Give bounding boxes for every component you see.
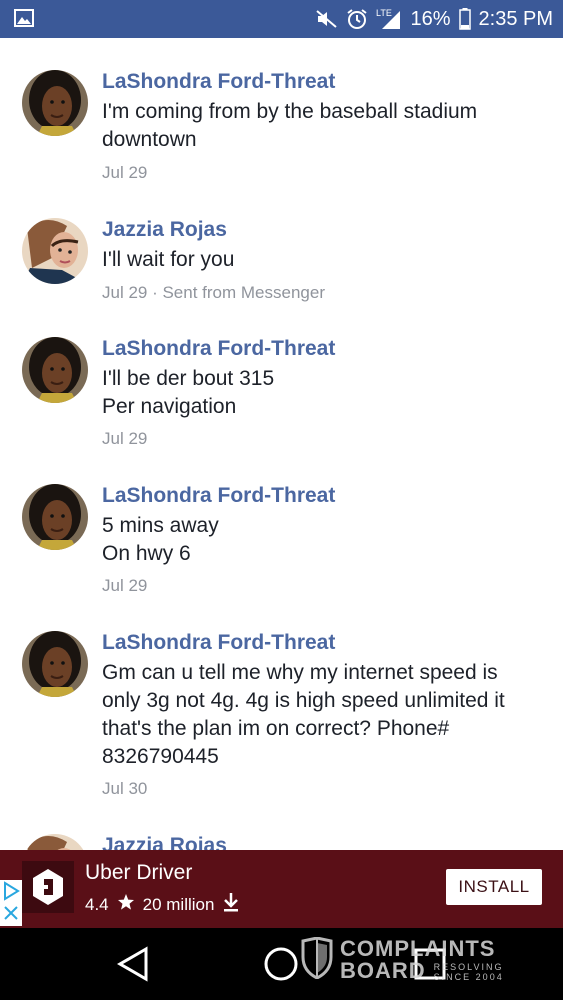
ad-title[interactable]: Uber Driver — [85, 861, 192, 885]
comment-item: Jazzia Rojas — [0, 834, 563, 850]
avatar[interactable] — [22, 834, 88, 850]
avatar[interactable] — [22, 70, 88, 136]
battery-percent: 16% — [410, 7, 451, 30]
back-icon[interactable] — [116, 946, 150, 987]
comment-text: 5 mins away On hwy 6 — [102, 512, 542, 568]
watermark-line1: COMPLAINTS — [340, 936, 496, 961]
commenter-name[interactable]: Jazzia Rojas — [102, 834, 227, 850]
status-bar: LTE 16% 2:35 PM — [0, 0, 563, 38]
ad-meta: 4.4 20 million — [85, 892, 240, 917]
clock: 2:35 PM — [478, 7, 553, 30]
comment-date: Jul 29 — [102, 429, 148, 448]
comment-item: LaShondra Ford-Threat I'll be der bout 3… — [0, 337, 563, 457]
comment-line: I'll be der bout 315 — [102, 367, 275, 390]
signal-icon: LTE — [376, 7, 402, 31]
uber-app-icon — [22, 861, 74, 913]
comment-text: Gm can u tell me why my internet speed i… — [102, 661, 505, 768]
commenter-name[interactable]: LaShondra Ford-Threat — [102, 337, 335, 361]
comment-line: 5 mins away — [102, 514, 219, 537]
star-icon — [117, 893, 135, 916]
adchoices-icon[interactable] — [0, 880, 22, 926]
mute-icon — [316, 9, 338, 29]
comment-date: Jul 29 — [102, 576, 148, 595]
svg-text:LTE: LTE — [376, 8, 392, 18]
alarm-icon — [346, 8, 368, 30]
install-button[interactable]: INSTALL — [446, 869, 542, 905]
commenter-name[interactable]: LaShondra Ford-Threat — [102, 70, 335, 94]
complaintsboard-watermark: COMPLAINTS BOARD RESOLVING SINCE 2004 — [300, 935, 504, 985]
ad-rating: 4.4 — [85, 894, 109, 914]
comment-item: LaShondra Ford-Threat Gm can u tell me w… — [0, 631, 563, 811]
comment-line: Per navigation — [102, 395, 237, 418]
comment-date: Jul 29 · Sent from Messenger — [102, 283, 325, 302]
avatar[interactable] — [22, 484, 88, 550]
comment-date: Jul 30 — [102, 779, 148, 798]
avatar[interactable] — [22, 631, 88, 697]
commenter-name[interactable]: Jazzia Rojas — [102, 218, 227, 242]
comment-item: Jazzia Rojas I'll wait for you Jul 29 · … — [0, 218, 563, 318]
watermark-line2: BOARD — [340, 958, 426, 983]
avatar[interactable] — [22, 218, 88, 284]
ad-installs: 20 million — [142, 894, 215, 914]
comment-text: I'll wait for you — [102, 248, 235, 271]
watermark-tag1: RESOLVING — [433, 962, 504, 972]
comment-item: LaShondra Ford-Threat I'm coming from by… — [0, 70, 563, 190]
shield-logo-icon — [300, 935, 334, 984]
home-icon[interactable] — [263, 946, 299, 987]
comment-line: On hwy 6 — [102, 542, 191, 565]
comment-item: LaShondra Ford-Threat 5 mins away On hwy… — [0, 484, 563, 604]
comment-date: Jul 29 — [102, 163, 148, 182]
comment-feed[interactable]: LaShondra Ford-Threat I'm coming from by… — [0, 38, 563, 850]
watermark-tag2: SINCE 2004 — [433, 972, 504, 982]
download-icon — [222, 892, 240, 917]
comment-text: I'm coming from by the baseball stadium … — [102, 100, 478, 151]
commenter-name[interactable]: LaShondra Ford-Threat — [102, 631, 335, 655]
battery-icon — [458, 8, 471, 30]
avatar[interactable] — [22, 337, 88, 403]
image-icon — [14, 9, 34, 27]
commenter-name[interactable]: LaShondra Ford-Threat — [102, 484, 335, 508]
watermark-text: COMPLAINTS BOARD RESOLVING SINCE 2004 — [340, 936, 504, 983]
comment-text: I'll be der bout 315 Per navigation — [102, 365, 542, 421]
